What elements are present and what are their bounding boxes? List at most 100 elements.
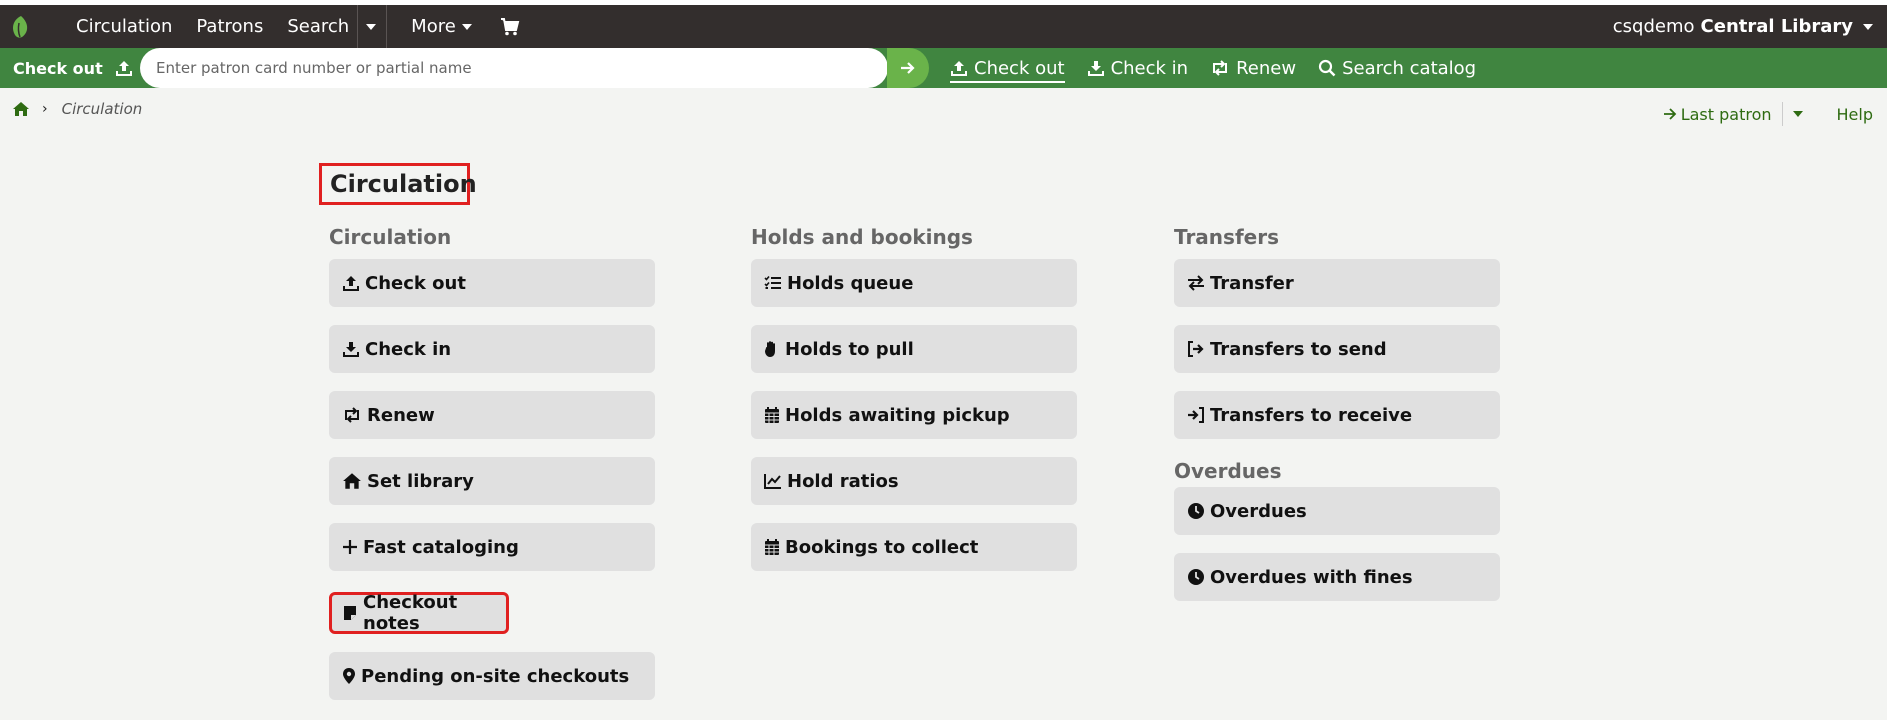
holds-awaiting-pickup-button[interactable]: Holds awaiting pickup [751,391,1077,439]
sign-out-icon [1188,341,1204,357]
download-icon [1087,61,1104,76]
transfer-label: Transfer [1210,272,1294,294]
top-navbar: Circulation Patrons Search More csqdemo … [0,5,1887,48]
calendar-icon [765,407,779,423]
page-toolbar: Last patron Help [1663,102,1873,126]
koha-logo-icon[interactable] [10,15,34,39]
hold-ratios-button[interactable]: Hold ratios [751,457,1077,505]
arrow-right-icon [1663,108,1676,120]
transfers-to-receive-button[interactable]: Transfers to receive [1174,391,1500,439]
upload-icon [115,61,132,76]
renew-button[interactable]: Renew [329,391,655,439]
overdues-heading: Overdues [1174,459,1282,483]
home-icon [343,473,361,489]
holds-awaiting-pickup-label: Holds awaiting pickup [785,404,1010,426]
nav-circulation-label: Circulation [76,16,173,37]
circulation-heading: Circulation [329,225,452,249]
cart-button[interactable] [484,5,532,48]
checkout-button-label: Check out [365,272,466,294]
set-library-button[interactable]: Set library [329,457,655,505]
transfers-to-send-button[interactable]: Transfers to send [1174,325,1500,373]
transfers-to-receive-label: Transfers to receive [1210,404,1413,426]
list-check-icon [764,275,781,289]
hold-ratios-label: Hold ratios [787,470,899,492]
circulation-column: Circulation Check out Check in Renew Set… [329,223,655,700]
quick-search-catalog-link[interactable]: Search catalog [1318,58,1476,79]
nav-search[interactable]: Search [275,5,357,48]
quick-checkin-label: Check in [1110,57,1189,79]
checkout-button[interactable]: Check out [329,259,655,307]
quick-checkin-link[interactable]: Check in [1087,57,1189,79]
set-library-button-label: Set library [367,470,474,492]
calendar-icon [765,539,779,555]
bookings-to-collect-button[interactable]: Bookings to collect [751,523,1077,571]
chevron-down-icon [461,23,472,30]
renew-icon [345,407,359,423]
nav-circulation[interactable]: Circulation [64,5,184,48]
nav-more[interactable]: More [387,5,484,48]
quick-checkout-label: Check out [974,57,1065,79]
cart-icon [500,17,520,35]
checkin-button-label: Check in [365,338,452,360]
checkout-search-label[interactable]: Check out [13,59,133,78]
sign-in-icon [1188,407,1204,423]
checkout-notes-button[interactable]: Checkout notes [329,592,509,634]
upload-icon [343,276,359,291]
holds-heading: Holds and bookings [751,225,973,249]
transfers-heading: Transfers [1174,225,1279,249]
holds-queue-button[interactable]: Holds queue [751,259,1077,307]
holds-queue-label: Holds queue [787,272,914,294]
username: csqdemo [1612,16,1695,37]
quick-checkout-link[interactable]: Check out [950,58,1065,83]
nav-patrons[interactable]: Patrons [184,5,275,48]
note-icon [344,606,356,620]
clock-icon [1188,503,1204,519]
arrows-icon [1188,275,1204,291]
nav-search-dropdown[interactable] [358,5,386,48]
holds-to-pull-button[interactable]: Holds to pull [751,325,1077,373]
transfers-to-send-label: Transfers to send [1210,338,1387,360]
nav-search-label: Search [287,16,350,37]
home-icon[interactable] [12,101,30,117]
holds-column: Holds and bookings Holds queue Holds to … [751,223,1077,571]
pending-onsite-checkouts-label: Pending on-site checkouts [361,665,630,687]
patron-search-field[interactable] [140,48,888,88]
overdues-label: Overdues [1210,500,1307,522]
search-submit-button[interactable] [887,48,929,88]
nav-patrons-label: Patrons [196,16,264,37]
overdues-with-fines-label: Overdues with fines [1210,566,1413,588]
pending-onsite-checkouts-button[interactable]: Pending on-site checkouts [329,652,655,700]
arrow-right-icon [901,62,915,74]
overdues-button[interactable]: Overdues [1174,487,1500,535]
transfers-column: Transfers Transfer Transfers to send Tra… [1174,223,1500,601]
download-icon [343,342,359,357]
checkin-button[interactable]: Check in [329,325,655,373]
toolbar-divider [1781,102,1783,126]
nav-more-label: More [411,16,456,37]
overdues-with-fines-button[interactable]: Overdues with fines [1174,553,1500,601]
upload-icon [951,61,967,76]
library-name: Central Library [1700,16,1853,37]
map-pin-icon [343,668,355,684]
hand-icon [765,341,775,357]
line-chart-icon [764,474,781,489]
search-icon [1318,59,1336,77]
fast-cataloging-button[interactable]: Fast cataloging [329,523,655,571]
chevron-right-icon: › [42,101,48,117]
page-title: Circulation [319,163,477,205]
plus-icon [343,540,357,554]
patron-search-input[interactable] [154,58,858,78]
last-patron-link[interactable]: Last patron [1681,105,1772,124]
clock-icon [1188,569,1204,585]
renew-icon [1213,60,1228,76]
breadcrumb: › Circulation [12,100,142,118]
holds-to-pull-label: Holds to pull [785,338,914,360]
last-patron-dropdown-icon[interactable] [1792,111,1803,117]
quick-links: Check out Check in Renew Search catalog [950,48,1498,88]
help-link[interactable]: Help [1837,105,1873,124]
transfer-button[interactable]: Transfer [1174,259,1500,307]
breadcrumb-current: Circulation [61,100,143,118]
circulation-search-bar: Check out Check out Check in Renew Searc… [0,48,1887,88]
quick-renew-link[interactable]: Renew [1210,58,1296,79]
logged-in-user-menu[interactable]: csqdemo Central Library [1613,5,1873,48]
